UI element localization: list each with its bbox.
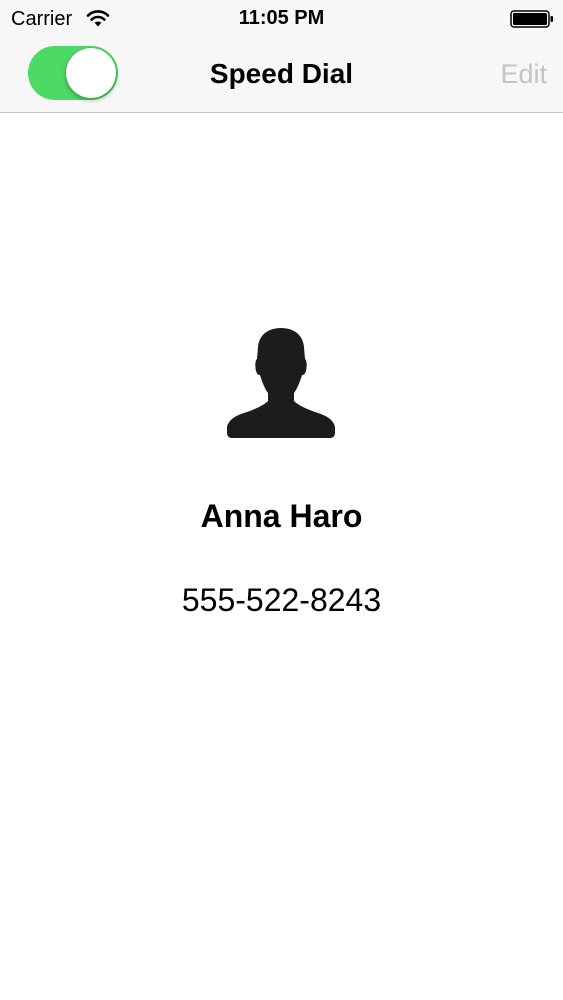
edit-button[interactable]: Edit — [500, 56, 547, 92]
top-bar: Carrier 11:05 PM Speed Dial Edit — [0, 0, 563, 113]
person-silhouette-icon — [227, 328, 335, 438]
clock: 11:05 PM — [238, 7, 325, 29]
speed-dial-screen: Carrier 11:05 PM Speed Dial Edit Anna Ha… — [0, 0, 563, 1000]
battery-icon — [510, 10, 553, 28]
speed-dial-toggle[interactable] — [28, 46, 118, 100]
contact-phone[interactable]: 555-522-8243 — [0, 580, 563, 620]
navigation-bar: Speed Dial Edit — [0, 38, 563, 112]
toggle-knob[interactable] — [66, 48, 116, 98]
contact-name: Anna Haro — [200, 498, 363, 534]
status-bar: Carrier 11:05 PM — [0, 0, 563, 38]
